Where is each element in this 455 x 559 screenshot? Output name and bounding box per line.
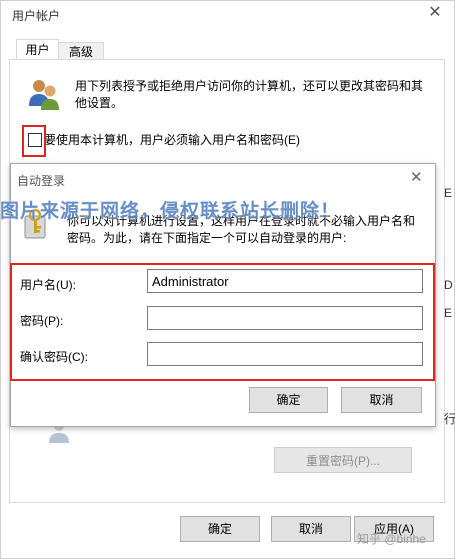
clipped-text-fragment: E (444, 306, 453, 320)
reset-password-button[interactable]: 重置密码(P)... (274, 447, 412, 473)
outer-ok-button[interactable]: 确定 (180, 516, 260, 542)
auto-login-title: 自动登录 (17, 174, 66, 188)
clipped-text-fragment: D (444, 278, 453, 292)
outer-cancel-button[interactable]: 取消 (271, 516, 351, 542)
clipped-text-fragment: 行 (444, 412, 455, 426)
auto-login-cancel-button[interactable]: 取消 (341, 387, 422, 413)
outer-window-title: 用户帐户 (12, 9, 61, 23)
tab-users[interactable]: 用户 (16, 39, 59, 59)
inner-close-icon[interactable]: ✕ (410, 168, 423, 186)
fields-highlight-box (10, 263, 435, 381)
users-description: 用下列表授予或拒绝用户访问你的计算机，还可以更改其密码和其他设置。 (75, 79, 424, 110)
users-icon (29, 80, 59, 110)
tab-advanced[interactable]: 高级 (59, 42, 104, 60)
checkbox-highlight-box (22, 125, 46, 157)
outer-close-icon[interactable]: ✕ (425, 2, 445, 24)
require-password-label[interactable]: 要使用本计算机，用户必须输入用户名和密码(E) (44, 131, 300, 148)
brand-watermark: 知乎 @binhe (357, 532, 426, 546)
auto-login-ok-button[interactable]: 确定 (249, 387, 328, 413)
watermark-text: 图片来源于网络，侵权联系站长删除！ (0, 201, 341, 222)
